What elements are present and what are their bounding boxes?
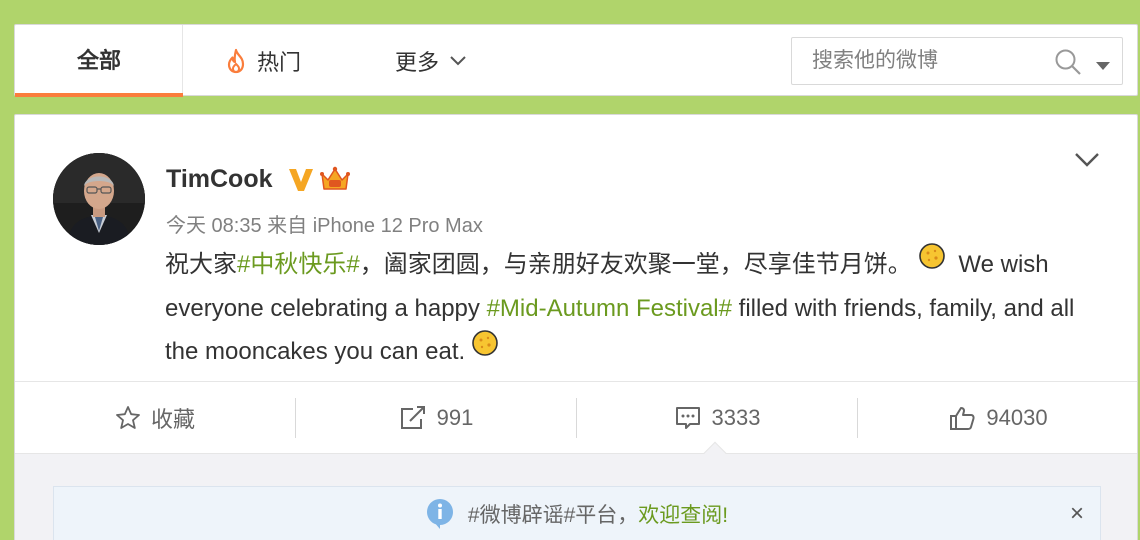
search-input[interactable] (792, 38, 1042, 84)
search-box (791, 37, 1123, 85)
notice-link[interactable]: 欢迎查阅! (638, 499, 728, 529)
favorite-label: 收藏 (150, 407, 195, 432)
post-action-bar: 收藏 991 3333 94030 (15, 381, 1137, 453)
hashtag-link[interactable]: #Mid-Autumn Festival# (487, 295, 732, 322)
verified-v-icon (287, 165, 315, 198)
post-source[interactable]: iPhone 12 Pro Max (313, 215, 483, 237)
comment-area: #微博辟谣#平台， 欢迎查阅! × (15, 441, 1137, 540)
crown-vip-icon[interactable] (319, 165, 351, 198)
username[interactable]: TimCook (166, 165, 273, 194)
post-text: 祝大家#中秋快乐#，阖家团圆，与亲朋好友欢聚一堂，尽享佳节月饼。 We wish… (165, 243, 1105, 374)
tab-all[interactable]: 全部 (15, 25, 183, 97)
thumbs-up-icon (948, 405, 976, 431)
search-icon[interactable] (1054, 48, 1082, 81)
top-tab-bar: 全部 热门 更多 (14, 24, 1138, 97)
info-icon (426, 498, 454, 530)
post-time[interactable]: 今天 08:35 (166, 215, 262, 237)
favorite-button[interactable]: 收藏 (15, 382, 295, 454)
mooncake-emoji-icon (471, 328, 499, 371)
repost-button[interactable]: 991 (296, 382, 576, 454)
rumor-notice-banner: #微博辟谣#平台， 欢迎查阅! × (53, 486, 1101, 540)
comment-icon (674, 405, 702, 431)
tab-more[interactable]: 更多 (395, 25, 467, 97)
post-meta: 今天 08:35 来自 iPhone 12 Pro Max (166, 209, 483, 238)
share-icon (399, 405, 427, 431)
like-count: 94030 (986, 405, 1048, 430)
post-source-prefix: 来自 (267, 215, 308, 237)
tab-hot[interactable]: 热门 (225, 25, 301, 97)
post-text-part2: ，阖家团圆，与亲朋好友欢聚一堂，尽享佳节月饼。 (359, 251, 912, 278)
search-dropdown-icon[interactable] (1096, 58, 1110, 76)
post-card: TimCook 今天 08:35 来自 iPhone 12 Pro Max 祝大… (14, 114, 1138, 540)
tab-divider (182, 25, 183, 93)
notice-prefix: #微博辟谣#平台， (467, 504, 639, 527)
star-icon (115, 405, 141, 431)
post-text-part1: 祝大家 (165, 251, 237, 278)
hashtag-link[interactable]: #中秋快乐# (237, 251, 360, 278)
mooncake-emoji-icon (918, 241, 946, 284)
comment-count: 3333 (711, 405, 761, 430)
tab-more-label: 更多 (395, 50, 440, 75)
fire-icon (225, 48, 247, 74)
like-button[interactable]: 94030 (858, 382, 1138, 454)
avatar[interactable] (53, 153, 145, 245)
post-options-chevron-icon[interactable] (1073, 151, 1101, 174)
tab-hot-label: 热门 (257, 50, 302, 75)
repost-count: 991 (436, 405, 474, 430)
close-icon[interactable]: × (1070, 501, 1084, 527)
tab-all-label: 全部 (76, 48, 121, 73)
chevron-down-icon (449, 55, 467, 67)
